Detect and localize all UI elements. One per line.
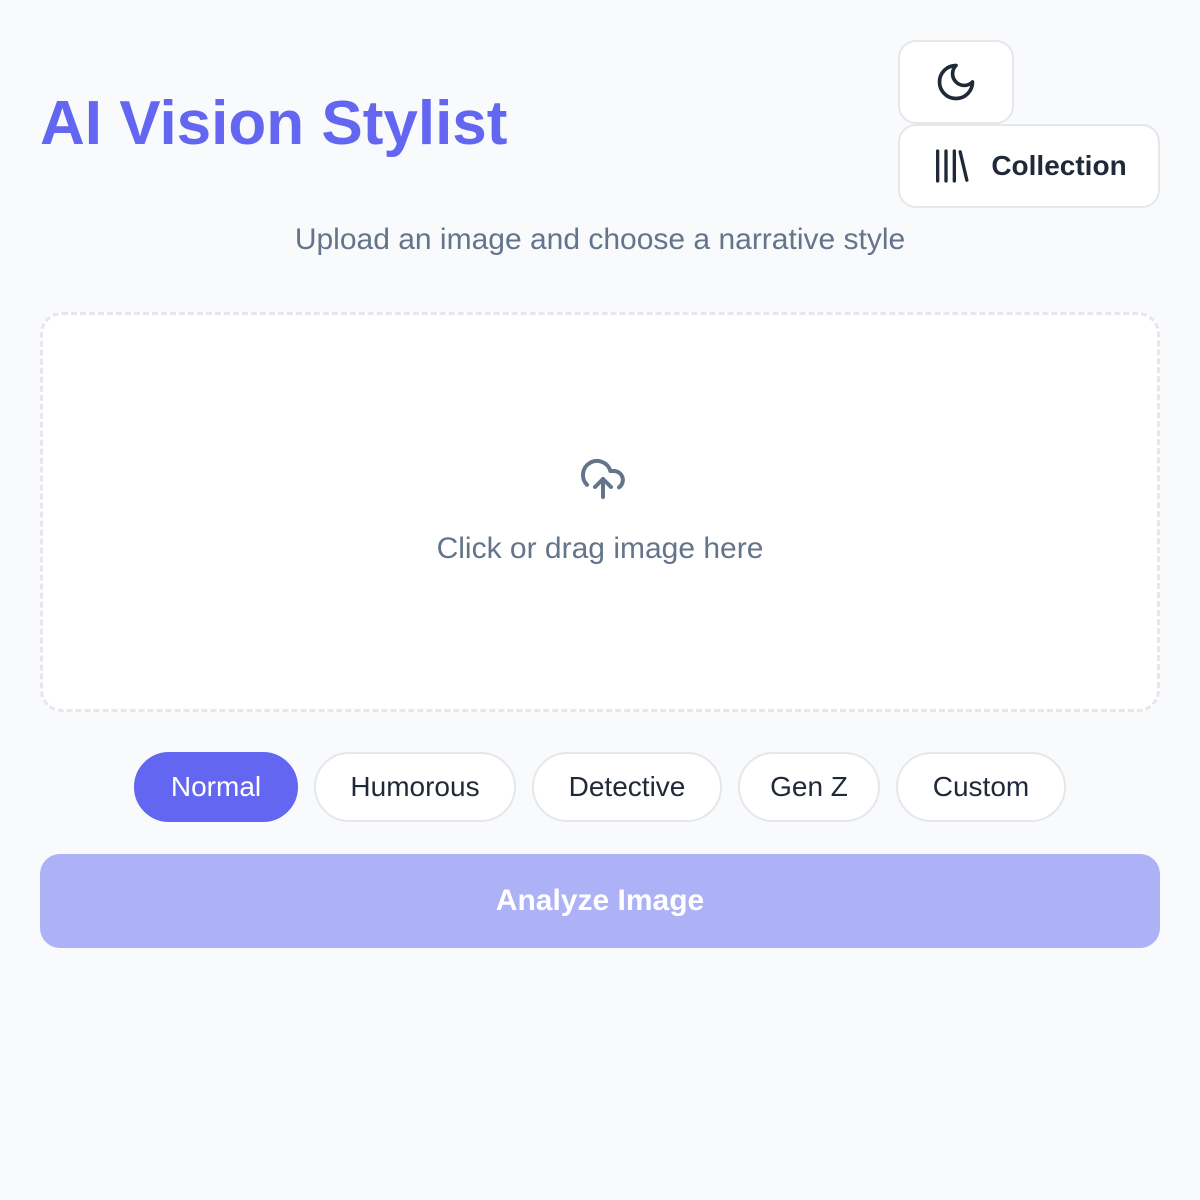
collection-label: Collection: [991, 150, 1127, 181]
image-dropzone[interactable]: Click or drag image here: [40, 312, 1160, 712]
style-option-normal[interactable]: Normal: [134, 752, 298, 822]
library-icon: [936, 149, 969, 183]
collection-button[interactable]: Collection: [898, 124, 1160, 208]
page-subtitle: Upload an image and choose a narrative s…: [294, 223, 906, 256]
analyze-image-button[interactable]: Analyze Image: [40, 854, 1160, 948]
cloud-upload-icon: [581, 458, 625, 499]
style-option-detective[interactable]: Detective: [532, 752, 722, 822]
style-option-custom[interactable]: Custom: [896, 752, 1066, 822]
theme-toggle-button[interactable]: [898, 40, 1014, 124]
moon-icon: [937, 63, 975, 101]
dropzone-text: Click or drag image here: [436, 532, 764, 565]
style-option-gen-z[interactable]: Gen Z: [738, 752, 880, 822]
app-title: AI Vision Stylist: [40, 89, 508, 158]
style-option-humorous[interactable]: Humorous: [314, 752, 516, 822]
